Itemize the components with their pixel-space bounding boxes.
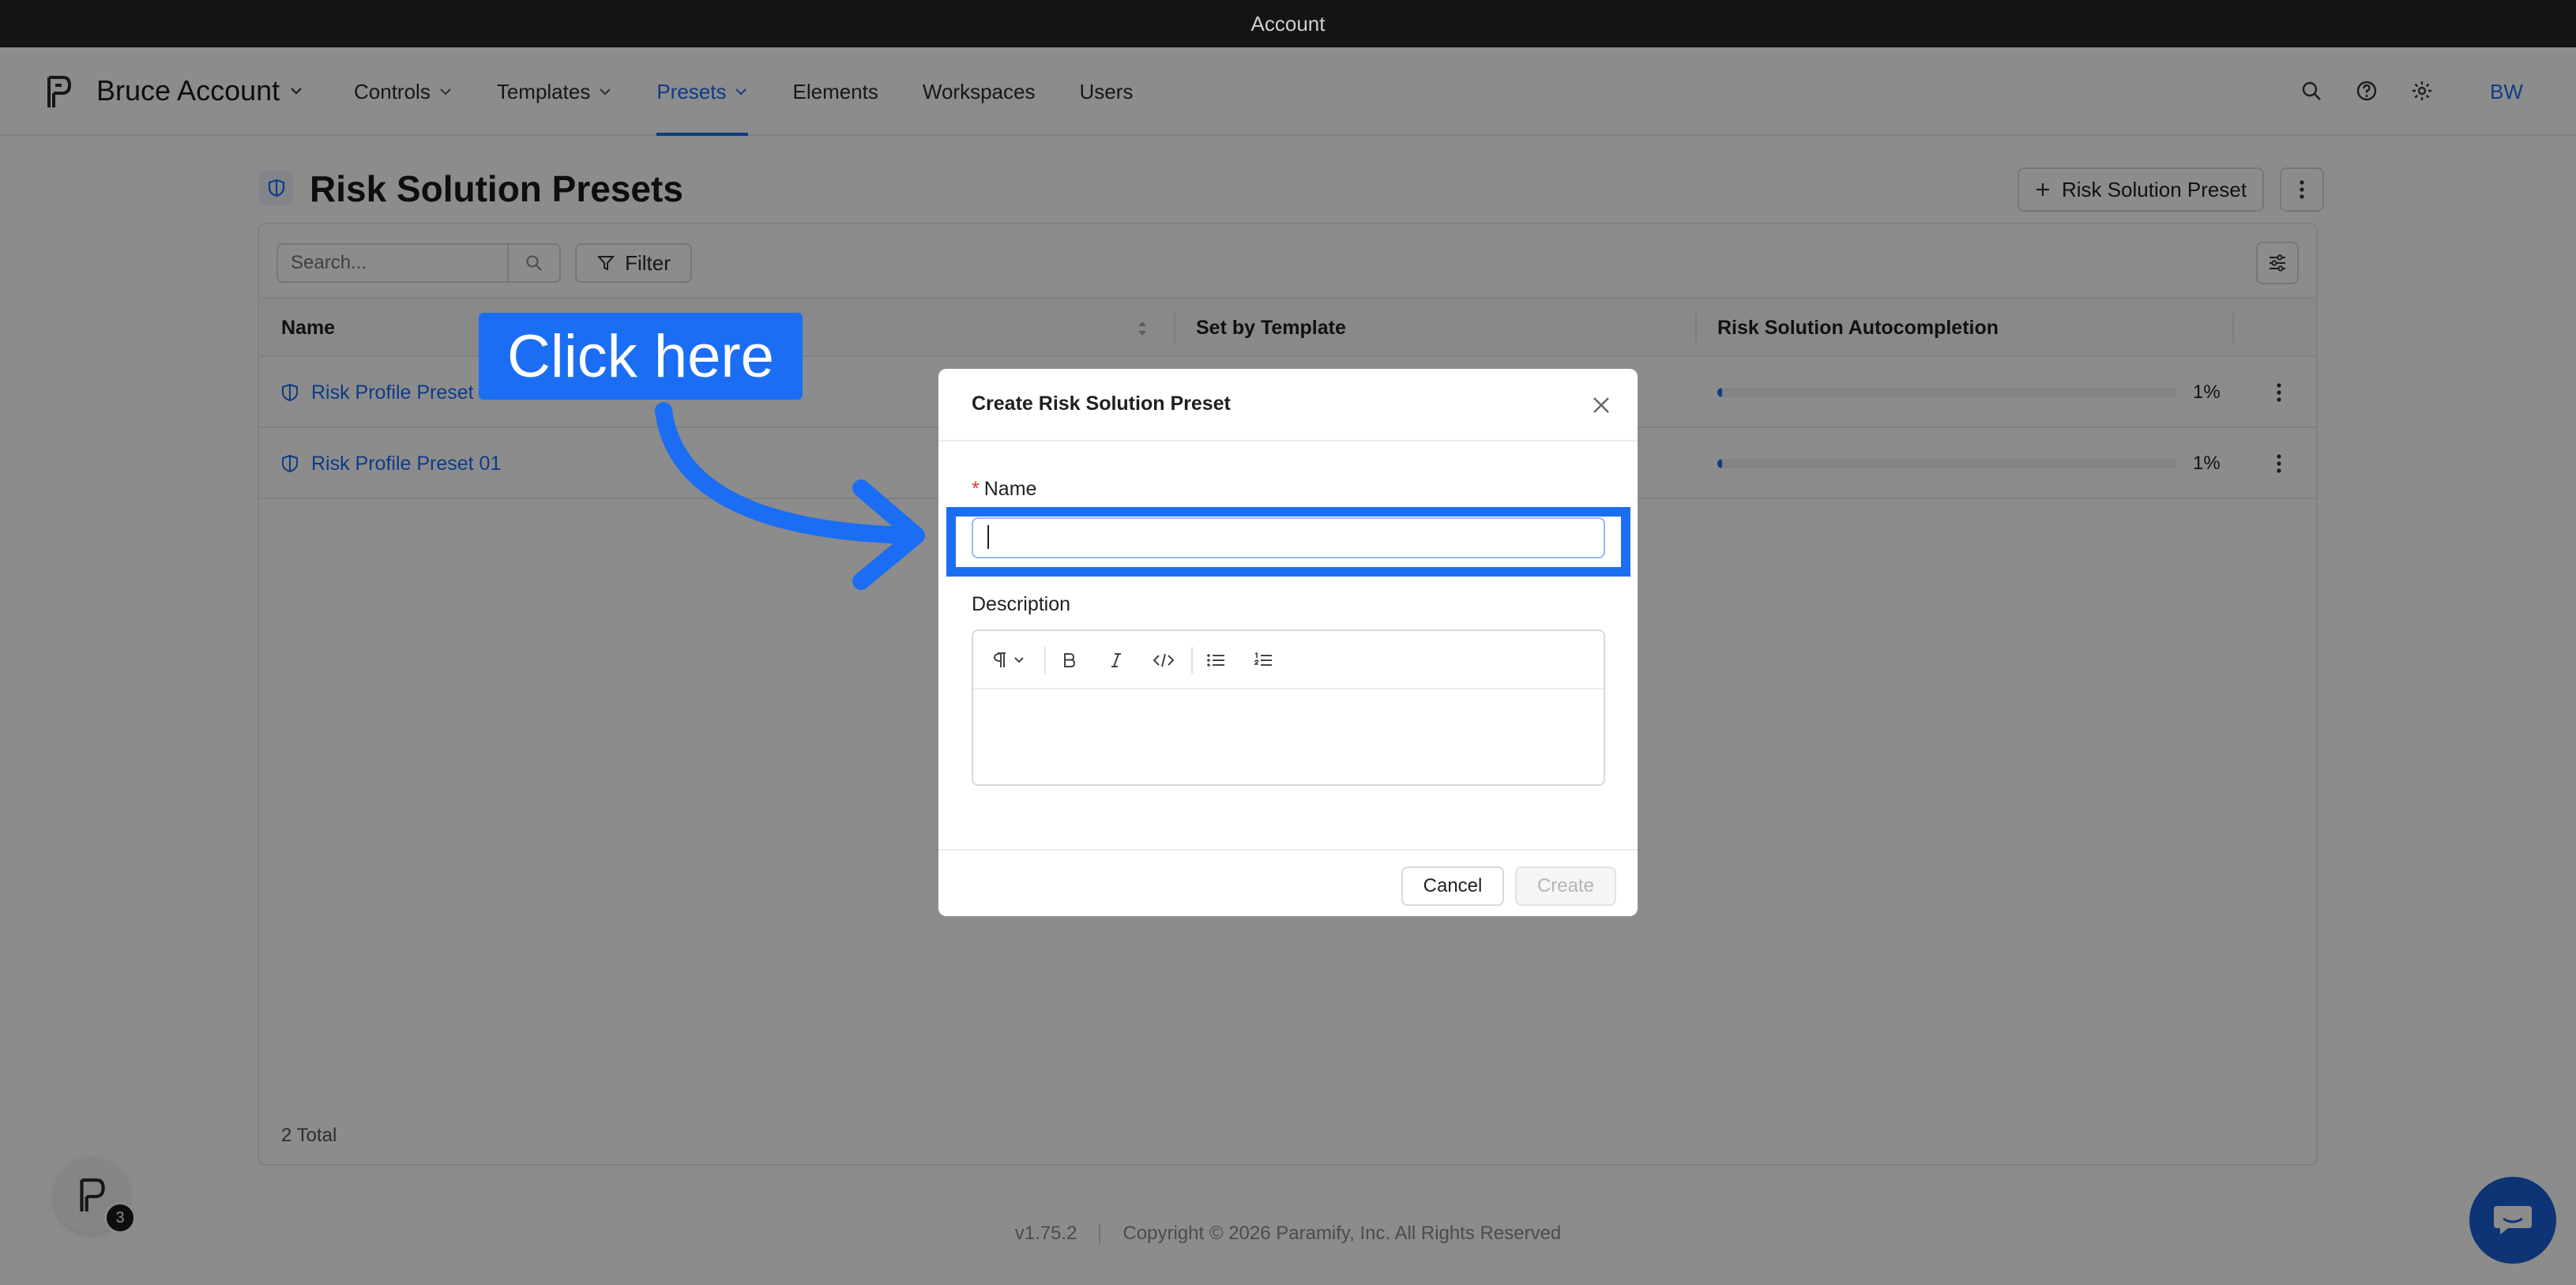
- dialog-title: Create Risk Solution Preset: [972, 393, 1231, 415]
- cancel-button[interactable]: Cancel: [1401, 866, 1504, 906]
- name-label-text: Name: [983, 478, 1037, 500]
- window-title-bar: Account: [0, 0, 2576, 47]
- numbered-list-icon: [1254, 652, 1272, 666]
- bold-icon: [1064, 653, 1076, 667]
- bullet-list-button[interactable]: [1202, 647, 1229, 674]
- dialog-header: Create Risk Solution Preset: [938, 369, 1638, 441]
- code-icon: [1153, 653, 1175, 667]
- tutorial-callout: Click here: [479, 313, 803, 400]
- name-label: * Name: [972, 478, 1036, 501]
- tutorial-arrow-icon: [655, 402, 925, 590]
- toolbar-divider: [1191, 647, 1193, 674]
- paragraph-icon: [993, 652, 1024, 667]
- create-preset-dialog: Create Risk Solution Preset * Name Descri…: [938, 369, 1638, 916]
- description-label: Description: [972, 593, 1071, 615]
- description-editor[interactable]: [972, 629, 1605, 786]
- paragraph-style-dropdown[interactable]: [987, 647, 1032, 674]
- numbered-list-button[interactable]: [1250, 647, 1277, 674]
- required-mark: *: [972, 478, 980, 500]
- bullet-list-icon: [1207, 654, 1224, 667]
- create-button[interactable]: Create: [1515, 866, 1616, 906]
- close-icon[interactable]: [1589, 393, 1614, 418]
- window-title: Account: [1250, 11, 1326, 36]
- toolbar-divider: [1044, 647, 1046, 674]
- dialog-footer: Cancel Create: [938, 849, 1638, 916]
- editor-toolbar: [973, 631, 1604, 689]
- code-button[interactable]: [1150, 647, 1177, 674]
- italic-button[interactable]: [1103, 647, 1130, 674]
- tutorial-highlight-box: [946, 507, 1630, 577]
- bold-button[interactable]: [1055, 647, 1082, 674]
- italic-icon: [1111, 653, 1121, 667]
